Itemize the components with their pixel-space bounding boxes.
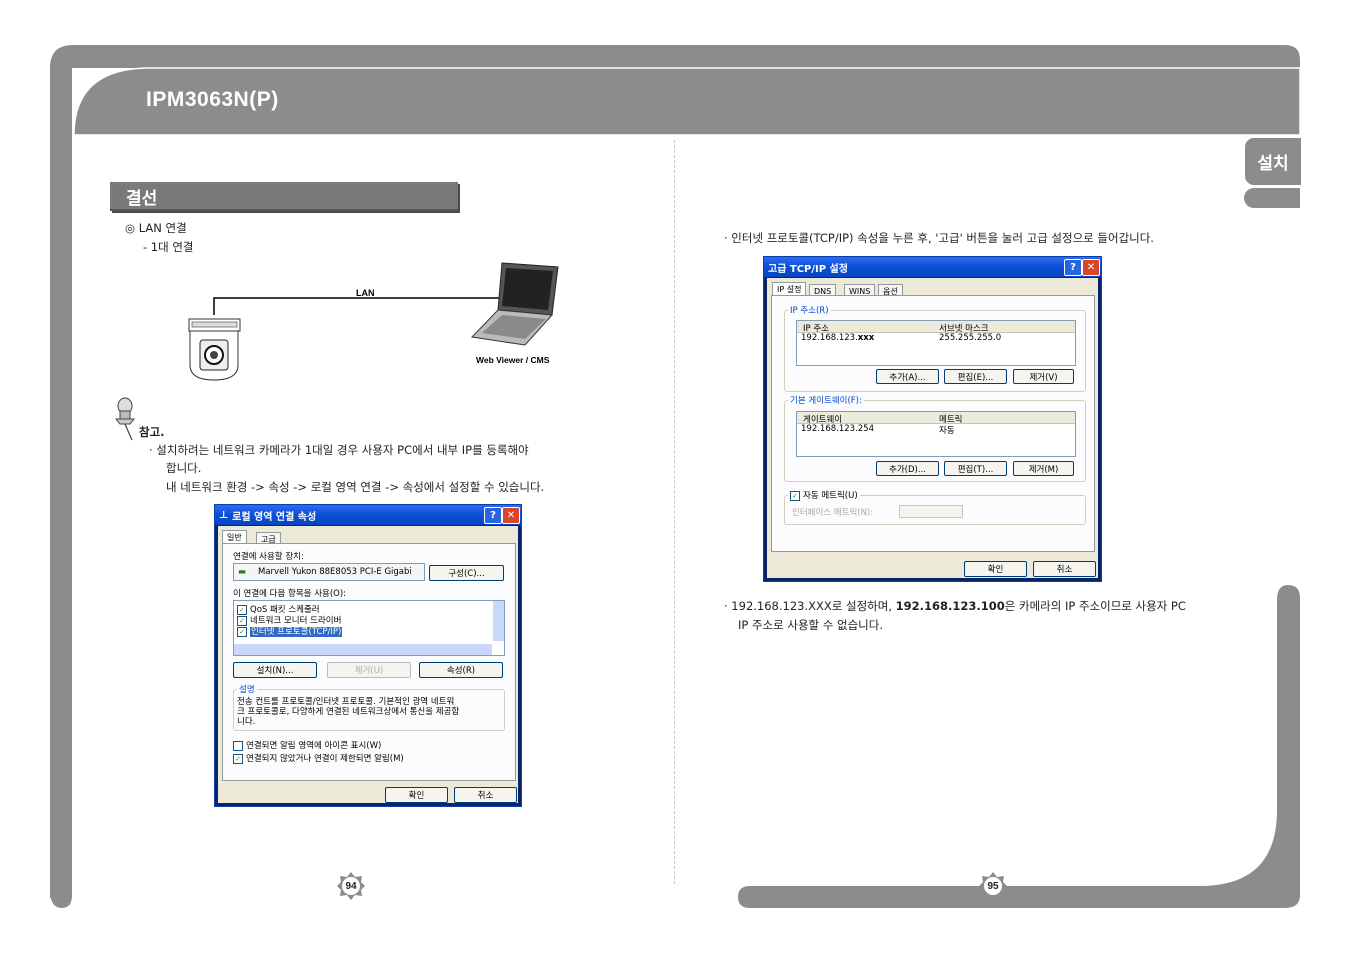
install-button[interactable]: 설치(N)... bbox=[233, 662, 317, 678]
connect-using-label: 연결에 사용할 장치: bbox=[233, 552, 304, 562]
lan-heading: ◎ LAN 연결 bbox=[125, 221, 187, 235]
configure-button[interactable]: 구성(C)... bbox=[429, 565, 504, 581]
instruction-line-1: · 인터넷 프로토콜(TCP/IP) 속성을 누른 후, '고급' 버튼을 눌러… bbox=[724, 231, 1154, 245]
page-frame bbox=[50, 45, 1301, 908]
adapter-field: ▬ Marvell Yukon 88E8053 PCI-E Gigabi bbox=[233, 563, 425, 581]
remove-ip-button[interactable]: 제거(V) bbox=[1013, 369, 1074, 384]
ok-button[interactable]: 확인 bbox=[964, 561, 1027, 577]
note-line-1: · 설치하려는 네트워크 카메라가 1대일 경우 사용자 PC에서 내부 IP를… bbox=[149, 443, 529, 457]
camera-icon bbox=[188, 318, 241, 381]
section-title-bar: 결선 bbox=[110, 182, 458, 211]
section-tab-setup: 설치 bbox=[1244, 137, 1302, 186]
close-button[interactable]: ✕ bbox=[502, 507, 520, 524]
items-label: 이 연결에 다음 항목을 사용(O): bbox=[233, 589, 347, 599]
advanced-tcpip-dialog: 고급 TCP/IP 설정 ? ✕ IP 설정 DNS WINS 옵션 IP 주소… bbox=[763, 256, 1102, 582]
page-number-left: 94 bbox=[336, 871, 366, 901]
components-list: ✓ QoS 패킷 스케줄러 ✓ 네트워크 모니터 드라이버 ✓ 인터넷 프로토콜(TC… bbox=[233, 600, 505, 656]
help-button[interactable]: ? bbox=[1064, 259, 1082, 276]
checkbox-checked[interactable]: ✓ bbox=[237, 615, 247, 626]
remove-gateway-button[interactable]: 제거(M) bbox=[1013, 461, 1074, 476]
lan-diagram: LAN Web Viewer / CMS bbox=[188, 262, 559, 381]
notify-limited-checkbox[interactable]: ✓ 연결되지 않았거나 연결이 제한되면 알림(M) bbox=[233, 752, 404, 764]
interface-metric-input[interactable] bbox=[899, 505, 963, 518]
cancel-button[interactable]: 취소 bbox=[454, 787, 517, 803]
page-number-right: 95 bbox=[978, 871, 1008, 901]
help-button[interactable]: ? bbox=[484, 507, 502, 524]
gateway-value[interactable]: 192.168.123.254 bbox=[801, 424, 874, 434]
dialog-body: 일반 고급 연결에 사용할 장치: ▬ Marvell Yukon 88E805… bbox=[218, 526, 518, 803]
note-title: 참고. bbox=[139, 425, 165, 439]
adapter-name: Marvell Yukon 88E8053 PCI-E Gigabi bbox=[258, 567, 412, 577]
close-button[interactable]: ✕ bbox=[1082, 259, 1100, 276]
dialog-title: 고급 TCP/IP 설정 bbox=[768, 263, 848, 275]
list-item-selected[interactable]: ✓ 인터넷 프로토콜(TCP/IP) bbox=[237, 625, 343, 637]
checkbox-checked[interactable]: ✓ bbox=[233, 753, 243, 764]
adapter-icon: ▬ bbox=[238, 567, 247, 577]
description-line-2: 크 프로토콜로, 다양하게 연결된 네트워크상에서 통신을 제공합 bbox=[237, 707, 460, 717]
ip-address-list: IP 주소 서브넷 마스크 192.168.123.xxx 255.255.25… bbox=[796, 320, 1076, 366]
lan-properties-dialog: ⊥ 로컬 영역 연결 속성 ? ✕ 일반 고급 연결에 사용할 장치: ▬ Ma… bbox=[214, 504, 522, 807]
properties-button[interactable]: 속성(R) bbox=[419, 662, 503, 678]
add-gateway-button[interactable]: 추가(D)... bbox=[876, 461, 939, 476]
instruction-line-3: IP 주소로 사용할 수 없습니다. bbox=[738, 618, 883, 632]
show-icon-checkbox[interactable]: 연결되면 알림 영역에 아이콘 표시(W) bbox=[233, 739, 381, 751]
auto-metric-checkbox[interactable]: ✓ 자동 메트릭(U) bbox=[788, 489, 860, 501]
document-title: IPM3063N(P) bbox=[146, 88, 279, 111]
section-tab-blank bbox=[1244, 188, 1300, 208]
interface-metric-label: 인터페이스 메트릭(N): bbox=[792, 508, 874, 518]
dialog-title: 로컬 영역 연결 속성 bbox=[232, 511, 317, 523]
ip-address-group-label: IP 주소(R) bbox=[788, 304, 831, 316]
add-ip-button[interactable]: 추가(A)... bbox=[876, 369, 939, 384]
lan-label: LAN bbox=[356, 288, 375, 298]
cancel-button[interactable]: 취소 bbox=[1033, 561, 1096, 577]
note-line-2: 합니다. bbox=[166, 461, 202, 475]
web-viewer-label: Web Viewer / CMS bbox=[476, 355, 550, 365]
gateway-list: 게이트웨이 메트릭 192.168.123.254 자동 bbox=[796, 411, 1076, 457]
checkbox-checked[interactable]: ✓ bbox=[237, 626, 247, 637]
ok-button[interactable]: 확인 bbox=[385, 787, 448, 803]
lan-subheading: - 1대 연결 bbox=[143, 240, 194, 254]
instruction-line-2: · 192.168.123.XXX로 설정하며, 192.168.123.100… bbox=[724, 599, 1186, 613]
vertical-scrollbar[interactable] bbox=[493, 601, 504, 641]
uninstall-button[interactable]: 제거(U) bbox=[327, 662, 411, 678]
checkbox-checked[interactable]: ✓ bbox=[790, 490, 800, 501]
description-label: 설명 bbox=[237, 683, 257, 695]
checkbox-unchecked[interactable] bbox=[233, 740, 243, 751]
description-line-3: 니다. bbox=[237, 717, 256, 727]
edit-ip-button[interactable]: 편집(E)... bbox=[944, 369, 1007, 384]
laptop-icon bbox=[470, 262, 559, 346]
gateway-group-label: 기본 게이트웨이(F): bbox=[788, 394, 864, 406]
tab-panel: IP 주소(R) IP 주소 서브넷 마스크 192.168.123.xxx 2… bbox=[771, 295, 1095, 552]
section-title: 결선 bbox=[126, 189, 158, 209]
checkbox-checked[interactable]: ✓ bbox=[237, 604, 247, 615]
list-header bbox=[797, 321, 1075, 333]
tab-panel: 연결에 사용할 장치: ▬ Marvell Yukon 88E8053 PCI-… bbox=[222, 543, 516, 781]
pushpin-icon bbox=[114, 397, 136, 441]
dialog-titlebar: 고급 TCP/IP 설정 ? ✕ bbox=[764, 257, 1101, 277]
tab-ip-settings[interactable]: IP 설정 bbox=[772, 282, 807, 295]
network-icon: ⊥ bbox=[219, 509, 229, 521]
page-divider bbox=[674, 140, 675, 884]
dialog-titlebar: ⊥ 로컬 영역 연결 속성 ? ✕ bbox=[215, 505, 521, 525]
ip-address-value[interactable]: 192.168.123.xxx bbox=[801, 333, 874, 343]
dialog-body: IP 설정 DNS WINS 옵션 IP 주소(R) IP 주소 서브넷 마스크… bbox=[767, 278, 1098, 578]
horizontal-scrollbar[interactable] bbox=[234, 644, 492, 655]
subnet-mask-value[interactable]: 255.255.255.0 bbox=[939, 333, 1001, 343]
tab-general[interactable]: 일반 bbox=[222, 530, 247, 543]
metric-value[interactable]: 자동 bbox=[939, 424, 955, 436]
edit-gateway-button[interactable]: 편집(T)... bbox=[944, 461, 1007, 476]
note-line-3: 내 네트워크 환경 -> 속성 -> 로컬 영역 연결 -> 속성에서 설정할 … bbox=[166, 480, 545, 494]
